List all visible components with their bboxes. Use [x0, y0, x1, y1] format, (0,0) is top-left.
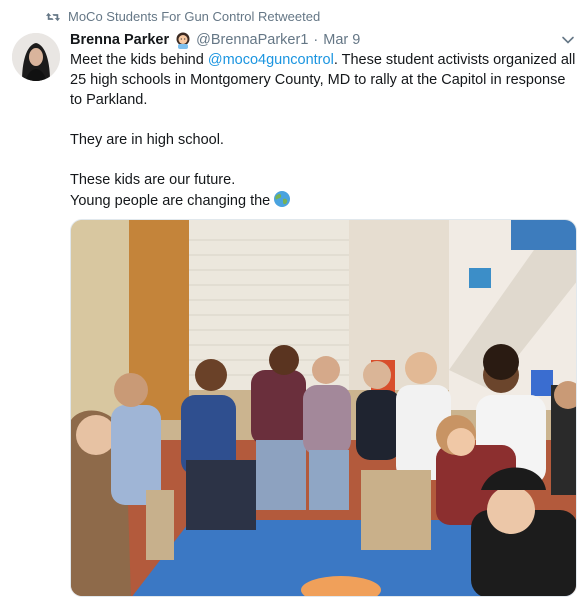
retweet-context[interactable]: MoCo Students For Gun Control Retweeted	[46, 9, 320, 24]
author-handle[interactable]: @BrennaParker1	[196, 32, 308, 48]
tweet-paragraph-2: They are in high school.	[70, 132, 224, 148]
tweet-header: Brenna Parker @BrennaParker1 · Mar 9	[70, 30, 575, 50]
author-name[interactable]: Brenna Parker	[70, 32, 169, 48]
avatar[interactable]	[12, 33, 60, 81]
separator-dot: ·	[313, 32, 319, 48]
photo-students-group	[71, 220, 576, 596]
woman-emoji-icon	[176, 32, 190, 49]
retweet-label[interactable]: MoCo Students For Gun Control Retweeted	[68, 9, 320, 24]
tweet-text: Meet the kids behind @moco4guncontrol. T…	[70, 50, 580, 211]
globe-emoji-icon	[274, 191, 291, 207]
mention-link[interactable]: @moco4guncontrol	[208, 52, 334, 68]
tweet-date[interactable]: Mar 9	[323, 32, 360, 48]
chevron-down-icon[interactable]	[561, 33, 575, 47]
tweet-text-segment: Young people are changing the	[70, 193, 271, 209]
retweet-icon	[46, 12, 60, 21]
tweet-paragraph-1: Meet the kids behind @moco4guncontrol. T…	[70, 50, 580, 110]
tweet-photo[interactable]	[70, 219, 577, 597]
tweet-text-segment: Meet the kids behind	[70, 52, 208, 68]
tweet-paragraph-3: These kids are our future.	[70, 172, 236, 188]
tweet-paragraph-4: Young people are changing the	[70, 190, 580, 211]
